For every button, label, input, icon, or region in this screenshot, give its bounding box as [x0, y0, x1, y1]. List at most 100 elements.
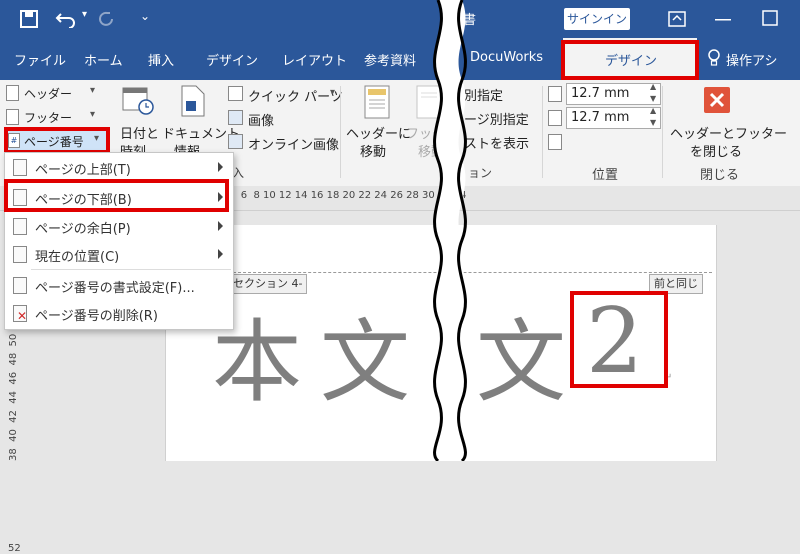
header-position-down-icon[interactable]: ▼	[650, 94, 656, 103]
quick-parts-button[interactable]: クイック パーツ ▾	[228, 84, 343, 105]
menu-separator	[31, 269, 231, 270]
maximize-icon[interactable]	[762, 10, 778, 26]
submenu-arrow-icon	[218, 249, 223, 259]
ruler-tick: 40	[8, 429, 19, 442]
minimize-icon[interactable]	[715, 18, 731, 22]
page-margin-icon	[13, 218, 27, 235]
picture-icon	[228, 110, 243, 125]
go-to-header-label-1: ヘッダーに	[346, 127, 412, 142]
date-time-label-1: 日付と	[120, 127, 160, 142]
footer-label: フッター	[24, 111, 73, 125]
group-divider	[542, 86, 543, 178]
menu-item-label: ページ番号の書式設定(F)...	[35, 281, 195, 296]
footer-dropdown-icon: ▾	[90, 109, 96, 120]
picture-button[interactable]: 画像	[228, 108, 308, 129]
undo-icon[interactable]	[55, 10, 77, 28]
close-label-2: を閉じる	[690, 145, 743, 160]
footer-icon	[6, 109, 19, 125]
insert-alignment-tab-icon[interactable]	[548, 134, 562, 150]
vertical-ruler-ticks: 38 40 42 44 46 48 50	[8, 330, 24, 461]
go-to-header-button[interactable]: ヘッダーに 移動	[346, 83, 412, 161]
title-bar: ▾ ⌄ 文書 サインイン	[0, 0, 800, 38]
close-label-1: ヘッダーとフッター	[670, 127, 788, 142]
ribbon-display-icon[interactable]	[668, 11, 686, 27]
group-divider	[662, 86, 663, 178]
page-top-icon	[13, 159, 27, 176]
quick-parts-label: クイック パーツ	[248, 90, 343, 105]
close-group-label: 閉じる	[700, 168, 740, 183]
close-icon	[704, 87, 730, 113]
header-icon	[6, 85, 19, 101]
quick-parts-dropdown-icon: ▾	[330, 87, 336, 98]
highlight-page-number-2	[570, 291, 668, 388]
document-info-icon	[181, 85, 205, 117]
online-picture-button[interactable]: オンライン画像	[228, 132, 340, 153]
header-button[interactable]: ヘッダー ▾	[6, 83, 106, 103]
signin-button[interactable]: サインイン	[564, 8, 630, 30]
menu-item-page-margins[interactable]: ページの余白(P)	[5, 212, 233, 240]
header-position-up-icon[interactable]: ▲	[650, 82, 656, 91]
footer-position-input[interactable]: 12.7 mm	[566, 107, 661, 129]
tab-design[interactable]: デザイン	[206, 50, 258, 69]
header-dropdown-icon: ▾	[90, 85, 96, 96]
undo-dropdown-icon[interactable]: ▾	[82, 9, 87, 20]
calendar-clock-icon	[122, 87, 154, 115]
ruler-tick: 44	[8, 390, 19, 404]
ruler-tick: 38	[8, 448, 19, 461]
menu-item-label: ページの上部(T)	[35, 163, 131, 178]
menu-item-label: 現在の位置(C)	[35, 250, 120, 265]
tab-home[interactable]: ホーム	[84, 50, 123, 69]
header-position-icon	[548, 86, 562, 102]
picture-label: 画像	[248, 114, 275, 129]
cut-divider	[433, 0, 467, 461]
document-info-button[interactable]: ドキュメント 情報	[162, 83, 240, 161]
footer-position-up-icon[interactable]: ▲	[650, 106, 656, 115]
footer-button[interactable]: フッター ▾	[6, 107, 106, 127]
menu-item-remove-page-numbers[interactable]: ✕ ページ番号の削除(R)	[5, 299, 233, 327]
menu-item-format-page-numbers[interactable]: ページ番号の書式設定(F)...	[5, 271, 233, 299]
ruler-tick: 46	[8, 371, 19, 385]
redo-icon[interactable]	[98, 10, 116, 28]
header-position-input[interactable]: 12.7 mm	[566, 83, 661, 105]
body-text-char: 文	[476, 310, 566, 415]
online-picture-label: オンライン画像	[248, 138, 340, 153]
menu-item-label: ページの余白(P)	[35, 222, 131, 237]
ribbon-tabs: ファイル ホーム 挿入 デザイン レイアウト 参考資料 差 DocuWorks …	[0, 38, 800, 80]
highlight-bottom-of-page	[4, 179, 229, 212]
delete-x-icon: ✕	[17, 309, 28, 323]
go-to-header-icon	[364, 85, 390, 119]
ruler-tick: 42	[8, 410, 19, 423]
tab-file[interactable]: ファイル	[14, 50, 66, 69]
menu-item-current-position[interactable]: 現在の位置(C)	[5, 240, 233, 268]
group-divider	[340, 86, 341, 178]
tab-docuworks[interactable]: DocuWorks	[470, 50, 543, 65]
tab-references[interactable]: 参考資料	[364, 50, 416, 69]
menu-item-top-of-page[interactable]: ページの上部(T)	[5, 153, 233, 181]
date-time-button[interactable]: 日付と 時刻	[114, 83, 164, 161]
online-picture-icon	[228, 134, 243, 149]
go-to-header-label-2: 移動	[360, 145, 387, 160]
tab-insert[interactable]: 挿入	[148, 50, 174, 69]
lightbulb-icon	[708, 49, 720, 66]
format-page-number-icon	[13, 277, 27, 294]
close-header-footer-button[interactable]: ヘッダーとフッター を閉じる	[668, 83, 787, 161]
ruler-tick: 52	[8, 543, 21, 554]
footer-position-icon	[548, 110, 562, 126]
body-text-char: 文	[320, 310, 410, 415]
highlight-design-tab	[561, 40, 699, 80]
quick-parts-icon	[228, 86, 243, 101]
ruler-tick: 48	[8, 352, 19, 366]
highlight-page-number	[4, 127, 110, 154]
submenu-arrow-icon	[218, 162, 223, 172]
ruler-tick: 50	[8, 333, 19, 347]
header-label: ヘッダー	[24, 87, 73, 101]
menu-item-label: ページ番号の削除(R)	[35, 309, 158, 324]
tab-layout[interactable]: レイアウト	[282, 50, 347, 69]
tell-me-box[interactable]: 操作アシ	[726, 50, 777, 69]
position-group-label: 位置	[592, 168, 619, 183]
submenu-arrow-icon	[218, 221, 223, 231]
footer-position-down-icon[interactable]: ▼	[650, 118, 656, 127]
customize-qat-icon[interactable]: ⌄	[140, 9, 150, 23]
save-icon[interactable]	[20, 10, 38, 28]
current-position-icon	[13, 246, 27, 263]
